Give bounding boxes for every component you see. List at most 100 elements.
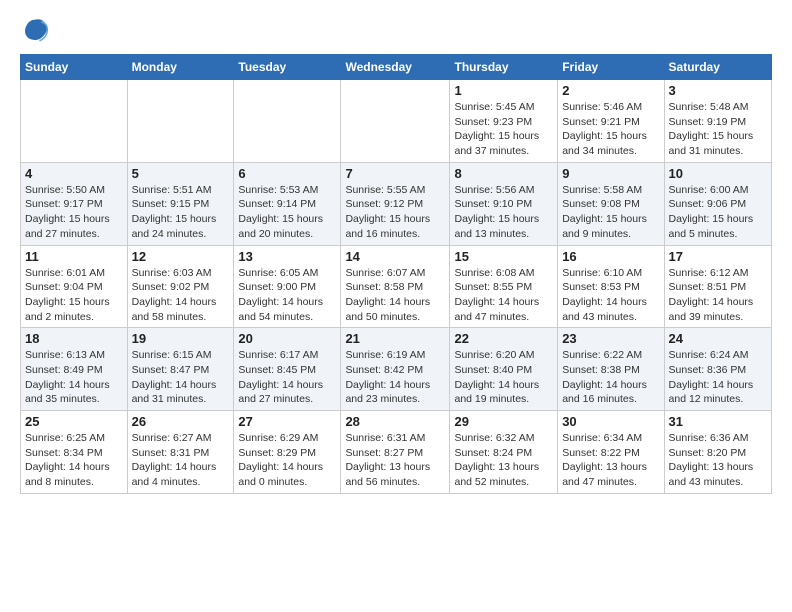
calendar-table: SundayMondayTuesdayWednesdayThursdayFrid… (20, 54, 772, 494)
calendar-cell: 13 Sunrise: 6:05 AM Sunset: 9:00 PM Dayli… (234, 245, 341, 328)
calendar-cell: 16 Sunrise: 6:10 AM Sunset: 8:53 PM Dayli… (558, 245, 664, 328)
day-info: Sunrise: 6:36 AM Sunset: 8:20 PM Dayligh… (669, 431, 767, 490)
day-number: 4 (25, 166, 123, 181)
calendar-cell: 10 Sunrise: 6:00 AM Sunset: 9:06 PM Dayli… (664, 162, 771, 245)
day-info: Sunrise: 5:58 AM Sunset: 9:08 PM Dayligh… (562, 183, 659, 242)
calendar-cell: 20 Sunrise: 6:17 AM Sunset: 8:45 PM Dayli… (234, 328, 341, 411)
day-info: Sunrise: 5:45 AM Sunset: 9:23 PM Dayligh… (454, 100, 553, 159)
day-info: Sunrise: 6:20 AM Sunset: 8:40 PM Dayligh… (454, 348, 553, 407)
week-row-3: 18 Sunrise: 6:13 AM Sunset: 8:49 PM Dayli… (21, 328, 772, 411)
day-number: 23 (562, 331, 659, 346)
calendar-cell: 29 Sunrise: 6:32 AM Sunset: 8:24 PM Dayli… (450, 411, 558, 494)
calendar-cell: 22 Sunrise: 6:20 AM Sunset: 8:40 PM Dayli… (450, 328, 558, 411)
day-number: 2 (562, 83, 659, 98)
calendar-cell (21, 80, 128, 163)
day-number: 28 (345, 414, 445, 429)
day-number: 10 (669, 166, 767, 181)
day-info: Sunrise: 6:32 AM Sunset: 8:24 PM Dayligh… (454, 431, 553, 490)
calendar-cell: 12 Sunrise: 6:03 AM Sunset: 9:02 PM Dayli… (127, 245, 234, 328)
day-number: 26 (132, 414, 230, 429)
day-info: Sunrise: 6:31 AM Sunset: 8:27 PM Dayligh… (345, 431, 445, 490)
day-number: 18 (25, 331, 123, 346)
day-number: 3 (669, 83, 767, 98)
day-number: 20 (238, 331, 336, 346)
day-info: Sunrise: 6:00 AM Sunset: 9:06 PM Dayligh… (669, 183, 767, 242)
day-number: 24 (669, 331, 767, 346)
day-info: Sunrise: 6:17 AM Sunset: 8:45 PM Dayligh… (238, 348, 336, 407)
day-info: Sunrise: 5:50 AM Sunset: 9:17 PM Dayligh… (25, 183, 123, 242)
col-header-tuesday: Tuesday (234, 55, 341, 80)
week-row-2: 11 Sunrise: 6:01 AM Sunset: 9:04 PM Dayli… (21, 245, 772, 328)
logo-icon (20, 16, 50, 46)
day-info: Sunrise: 5:48 AM Sunset: 9:19 PM Dayligh… (669, 100, 767, 159)
day-info: Sunrise: 6:07 AM Sunset: 8:58 PM Dayligh… (345, 266, 445, 325)
day-number: 30 (562, 414, 659, 429)
day-info: Sunrise: 6:01 AM Sunset: 9:04 PM Dayligh… (25, 266, 123, 325)
day-info: Sunrise: 5:56 AM Sunset: 9:10 PM Dayligh… (454, 183, 553, 242)
day-number: 22 (454, 331, 553, 346)
day-info: Sunrise: 6:05 AM Sunset: 9:00 PM Dayligh… (238, 266, 336, 325)
day-info: Sunrise: 6:10 AM Sunset: 8:53 PM Dayligh… (562, 266, 659, 325)
day-number: 29 (454, 414, 553, 429)
day-info: Sunrise: 5:46 AM Sunset: 9:21 PM Dayligh… (562, 100, 659, 159)
day-info: Sunrise: 6:22 AM Sunset: 8:38 PM Dayligh… (562, 348, 659, 407)
day-number: 12 (132, 249, 230, 264)
col-header-sunday: Sunday (21, 55, 128, 80)
day-number: 25 (25, 414, 123, 429)
day-number: 11 (25, 249, 123, 264)
col-header-friday: Friday (558, 55, 664, 80)
week-row-0: 1Sunrise: 5:45 AM Sunset: 9:23 PM Daylig… (21, 80, 772, 163)
day-info: Sunrise: 6:29 AM Sunset: 8:29 PM Dayligh… (238, 431, 336, 490)
calendar-cell: 21Sunrise: 6:19 AM Sunset: 8:42 PM Dayli… (341, 328, 450, 411)
day-info: Sunrise: 6:15 AM Sunset: 8:47 PM Dayligh… (132, 348, 230, 407)
calendar-cell: 26 Sunrise: 6:27 AM Sunset: 8:31 PM Dayli… (127, 411, 234, 494)
calendar-cell: 11 Sunrise: 6:01 AM Sunset: 9:04 PM Dayli… (21, 245, 128, 328)
col-header-wednesday: Wednesday (341, 55, 450, 80)
col-header-thursday: Thursday (450, 55, 558, 80)
day-number: 27 (238, 414, 336, 429)
day-number: 15 (454, 249, 553, 264)
calendar-cell (127, 80, 234, 163)
calendar-cell: 1Sunrise: 5:45 AM Sunset: 9:23 PM Daylig… (450, 80, 558, 163)
calendar-cell: 27 Sunrise: 6:29 AM Sunset: 8:29 PM Dayli… (234, 411, 341, 494)
calendar-cell: 2 Sunrise: 5:46 AM Sunset: 9:21 PM Daylig… (558, 80, 664, 163)
calendar-cell: 4 Sunrise: 5:50 AM Sunset: 9:17 PM Daylig… (21, 162, 128, 245)
logo (20, 16, 54, 46)
day-number: 9 (562, 166, 659, 181)
day-info: Sunrise: 6:08 AM Sunset: 8:55 PM Dayligh… (454, 266, 553, 325)
page: SundayMondayTuesdayWednesdayThursdayFrid… (0, 0, 792, 504)
day-info: Sunrise: 6:27 AM Sunset: 8:31 PM Dayligh… (132, 431, 230, 490)
day-number: 13 (238, 249, 336, 264)
calendar-cell: 9 Sunrise: 5:58 AM Sunset: 9:08 PM Daylig… (558, 162, 664, 245)
day-number: 17 (669, 249, 767, 264)
day-number: 14 (345, 249, 445, 264)
calendar-cell: 25Sunrise: 6:25 AM Sunset: 8:34 PM Dayli… (21, 411, 128, 494)
day-info: Sunrise: 6:13 AM Sunset: 8:49 PM Dayligh… (25, 348, 123, 407)
calendar-cell: 24Sunrise: 6:24 AM Sunset: 8:36 PM Dayli… (664, 328, 771, 411)
day-number: 21 (345, 331, 445, 346)
day-number: 16 (562, 249, 659, 264)
calendar-cell: 5 Sunrise: 5:51 AM Sunset: 9:15 PM Daylig… (127, 162, 234, 245)
calendar-cell: 17 Sunrise: 6:12 AM Sunset: 8:51 PM Dayli… (664, 245, 771, 328)
header (20, 16, 772, 46)
col-header-saturday: Saturday (664, 55, 771, 80)
day-info: Sunrise: 6:03 AM Sunset: 9:02 PM Dayligh… (132, 266, 230, 325)
day-number: 6 (238, 166, 336, 181)
calendar-cell: 31Sunrise: 6:36 AM Sunset: 8:20 PM Dayli… (664, 411, 771, 494)
calendar-cell: 15 Sunrise: 6:08 AM Sunset: 8:55 PM Dayli… (450, 245, 558, 328)
col-header-monday: Monday (127, 55, 234, 80)
calendar-cell: 7Sunrise: 5:55 AM Sunset: 9:12 PM Daylig… (341, 162, 450, 245)
day-info: Sunrise: 5:51 AM Sunset: 9:15 PM Dayligh… (132, 183, 230, 242)
day-info: Sunrise: 6:12 AM Sunset: 8:51 PM Dayligh… (669, 266, 767, 325)
calendar-cell: 14 Sunrise: 6:07 AM Sunset: 8:58 PM Dayli… (341, 245, 450, 328)
day-number: 7 (345, 166, 445, 181)
day-number: 8 (454, 166, 553, 181)
week-row-1: 4 Sunrise: 5:50 AM Sunset: 9:17 PM Daylig… (21, 162, 772, 245)
calendar-cell: 6 Sunrise: 5:53 AM Sunset: 9:14 PM Daylig… (234, 162, 341, 245)
day-info: Sunrise: 5:53 AM Sunset: 9:14 PM Dayligh… (238, 183, 336, 242)
day-number: 5 (132, 166, 230, 181)
calendar-cell: 28 Sunrise: 6:31 AM Sunset: 8:27 PM Dayli… (341, 411, 450, 494)
calendar-cell: 23 Sunrise: 6:22 AM Sunset: 8:38 PM Dayli… (558, 328, 664, 411)
calendar-cell: 30Sunrise: 6:34 AM Sunset: 8:22 PM Dayli… (558, 411, 664, 494)
calendar-cell: 3 Sunrise: 5:48 AM Sunset: 9:19 PM Daylig… (664, 80, 771, 163)
